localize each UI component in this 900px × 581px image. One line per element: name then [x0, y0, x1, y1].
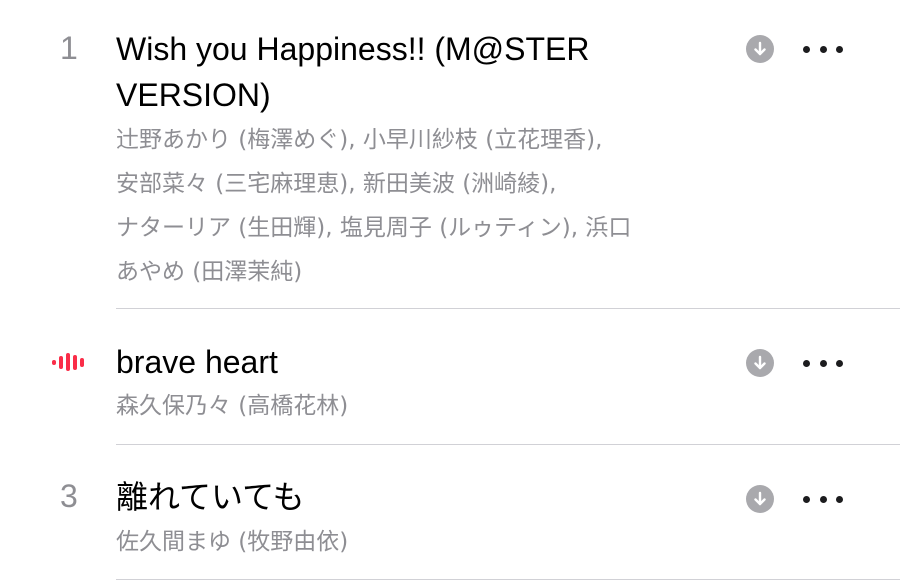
track-title-line-2: VERSION)	[116, 77, 271, 113]
download-arrow-icon	[754, 41, 766, 56]
ellipsis-icon-dot	[803, 45, 810, 53]
divider	[116, 444, 900, 445]
ellipsis-icon-dot	[836, 359, 843, 367]
ellipsis-icon-dot	[819, 45, 827, 53]
ellipsis-icon-dot	[819, 495, 827, 503]
ellipsis-icon-dot	[819, 359, 827, 367]
more-options-button[interactable]	[803, 35, 843, 63]
ellipsis-icon-dot	[836, 45, 843, 53]
now-playing-waveform-icon	[52, 353, 84, 371]
download-button[interactable]	[746, 35, 774, 63]
more-options-button[interactable]	[803, 485, 843, 513]
track-title: 離れていても	[116, 479, 305, 515]
download-arrow-icon	[754, 491, 766, 506]
track-number: 3	[60, 478, 78, 514]
ellipsis-icon-dot	[803, 359, 810, 367]
ellipsis-icon-dot	[836, 495, 843, 503]
download-button[interactable]	[746, 349, 774, 377]
track-title: brave heart	[116, 344, 278, 380]
more-options-button[interactable]	[803, 349, 843, 377]
track-artist-line-4: あやめ (田澤茉純)	[116, 259, 303, 285]
track-artist: 佐久間まゆ (牧野由依)	[116, 529, 349, 555]
track-row-1[interactable]: 1 Wish you Happiness!! (M@STER VERSION) …	[0, 0, 900, 310]
download-arrow-icon	[754, 355, 766, 370]
track-row-2[interactable]: brave heart 森久保乃々 (高橋花林)	[0, 310, 900, 446]
divider	[116, 308, 900, 309]
track-row-3[interactable]: 3 離れていても 佐久間まゆ (牧野由依)	[0, 446, 900, 581]
download-button[interactable]	[746, 485, 774, 513]
ellipsis-icon-dot	[803, 495, 810, 503]
track-title-line-1: Wish you Happiness!! (M@STER	[116, 31, 590, 67]
track-artist-line-1: 辻野あかり (梅澤めぐ), 小早川紗枝 (立花理香),	[116, 127, 603, 153]
track-artist: 森久保乃々 (高橋花林)	[116, 393, 349, 419]
track-artist-line-3: ナターリア (生田輝), 塩見周子 (ルゥティン), 浜口	[116, 215, 632, 241]
track-number: 1	[60, 30, 78, 66]
divider	[116, 579, 900, 580]
track-artist-line-2: 安部菜々 (三宅麻理恵), 新田美波 (洲崎綾),	[116, 171, 557, 197]
